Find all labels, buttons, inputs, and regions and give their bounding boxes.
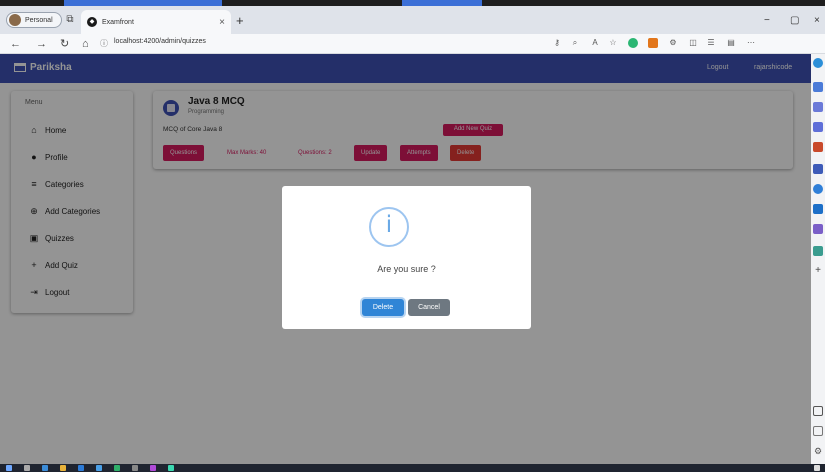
favorite-star-icon[interactable]: ☆ xyxy=(608,38,618,48)
taskbar-app-icon[interactable] xyxy=(42,465,48,471)
browser-tab-bar: Personal ⧉ ▭ ◆ Examfront × + − ▢ × xyxy=(0,6,825,34)
info-glyph: i xyxy=(385,212,393,238)
home-browser-icon[interactable]: ⌂ xyxy=(82,37,89,51)
tab-title: Examfront xyxy=(102,18,134,26)
search-taskbar-icon[interactable] xyxy=(24,465,30,471)
edge-sidebar-app-icon[interactable] xyxy=(813,82,823,92)
cancel-button[interactable]: Cancel xyxy=(408,299,450,316)
edge-sidebar-tools-icon[interactable] xyxy=(813,184,823,194)
favorites-icon[interactable]: ☰ xyxy=(706,38,716,48)
edge-sidebar-external-icon[interactable] xyxy=(813,426,823,436)
taskbar-misc3-icon[interactable] xyxy=(168,465,174,471)
tab-favicon-icon: ◆ xyxy=(87,17,97,27)
edge-sidebar-add-icon[interactable]: + xyxy=(813,266,823,276)
edge-sidebar-shopping-icon[interactable] xyxy=(813,142,823,152)
site-info-icon[interactable]: ⓘ xyxy=(100,38,108,49)
extension-green-icon[interactable] xyxy=(628,38,638,48)
edge-sidebar: + ⚙ xyxy=(811,54,825,464)
start-icon[interactable] xyxy=(6,465,12,471)
url-field[interactable]: localhost:4200/admin/quizzes xyxy=(114,38,206,45)
new-tab-icon[interactable]: + xyxy=(236,14,244,27)
notifications-icon[interactable] xyxy=(814,465,820,471)
taskbar-misc2-icon[interactable] xyxy=(150,465,156,471)
edge-sidebar-tag-icon[interactable] xyxy=(813,122,823,132)
edge-sidebar-outlook-icon[interactable] xyxy=(813,204,823,214)
confirm-dialog xyxy=(282,186,531,329)
taskbar-chrome-icon[interactable] xyxy=(114,465,120,471)
edge-sidebar-search-icon[interactable] xyxy=(813,102,823,112)
workspaces-icon[interactable]: ⧉ xyxy=(64,14,76,26)
taskbar-misc-icon[interactable] xyxy=(132,465,138,471)
edge-sidebar-drop-icon[interactable] xyxy=(813,246,823,256)
zoom-icon[interactable]: ⌕ xyxy=(570,38,580,48)
edge-sidebar-designer-icon[interactable] xyxy=(813,224,823,234)
browser-tab[interactable]: ◆ Examfront × xyxy=(81,10,231,34)
minimize-icon[interactable]: − xyxy=(764,16,770,26)
password-icon[interactable]: ⚷ xyxy=(552,38,562,48)
tab-close-icon[interactable]: × xyxy=(219,17,225,28)
os-taskbar xyxy=(0,464,825,472)
copilot-icon[interactable] xyxy=(813,58,823,68)
profile-button[interactable]: Personal xyxy=(6,12,62,28)
profile-label: Personal xyxy=(25,16,53,24)
more-icon[interactable]: ⋯ xyxy=(746,38,756,48)
info-icon: i xyxy=(369,207,409,247)
close-window-icon[interactable]: × xyxy=(814,16,820,26)
profile-avatar xyxy=(9,14,21,26)
extension-fox-icon[interactable] xyxy=(648,38,658,48)
taskbar-code-icon[interactable] xyxy=(96,465,102,471)
confirm-message: Are you sure ? xyxy=(377,264,436,274)
edge-sidebar-settings-icon[interactable]: ⚙ xyxy=(813,446,823,456)
taskbar-folder-icon[interactable] xyxy=(60,465,66,471)
extensions-icon[interactable]: ⚙ xyxy=(668,38,678,48)
split-screen-icon[interactable]: ◫ xyxy=(688,38,698,48)
edge-sidebar-games-icon[interactable] xyxy=(813,164,823,174)
confirm-delete-button[interactable]: Delete xyxy=(362,299,404,316)
restore-icon[interactable]: ▢ xyxy=(790,16,799,26)
edge-sidebar-panel-icon[interactable] xyxy=(813,406,823,416)
back-icon[interactable]: ← xyxy=(10,37,21,51)
forward-icon[interactable]: → xyxy=(36,37,47,51)
collections-icon[interactable]: ▤ xyxy=(726,38,736,48)
taskbar-edge-icon[interactable] xyxy=(78,465,84,471)
address-bar: ← → ↻ ⌂ ⓘ localhost:4200/admin/quizzes ⚷… xyxy=(0,34,825,54)
refresh-icon[interactable]: ↻ xyxy=(60,37,69,51)
read-aloud-icon[interactable]: A xyxy=(590,38,600,48)
